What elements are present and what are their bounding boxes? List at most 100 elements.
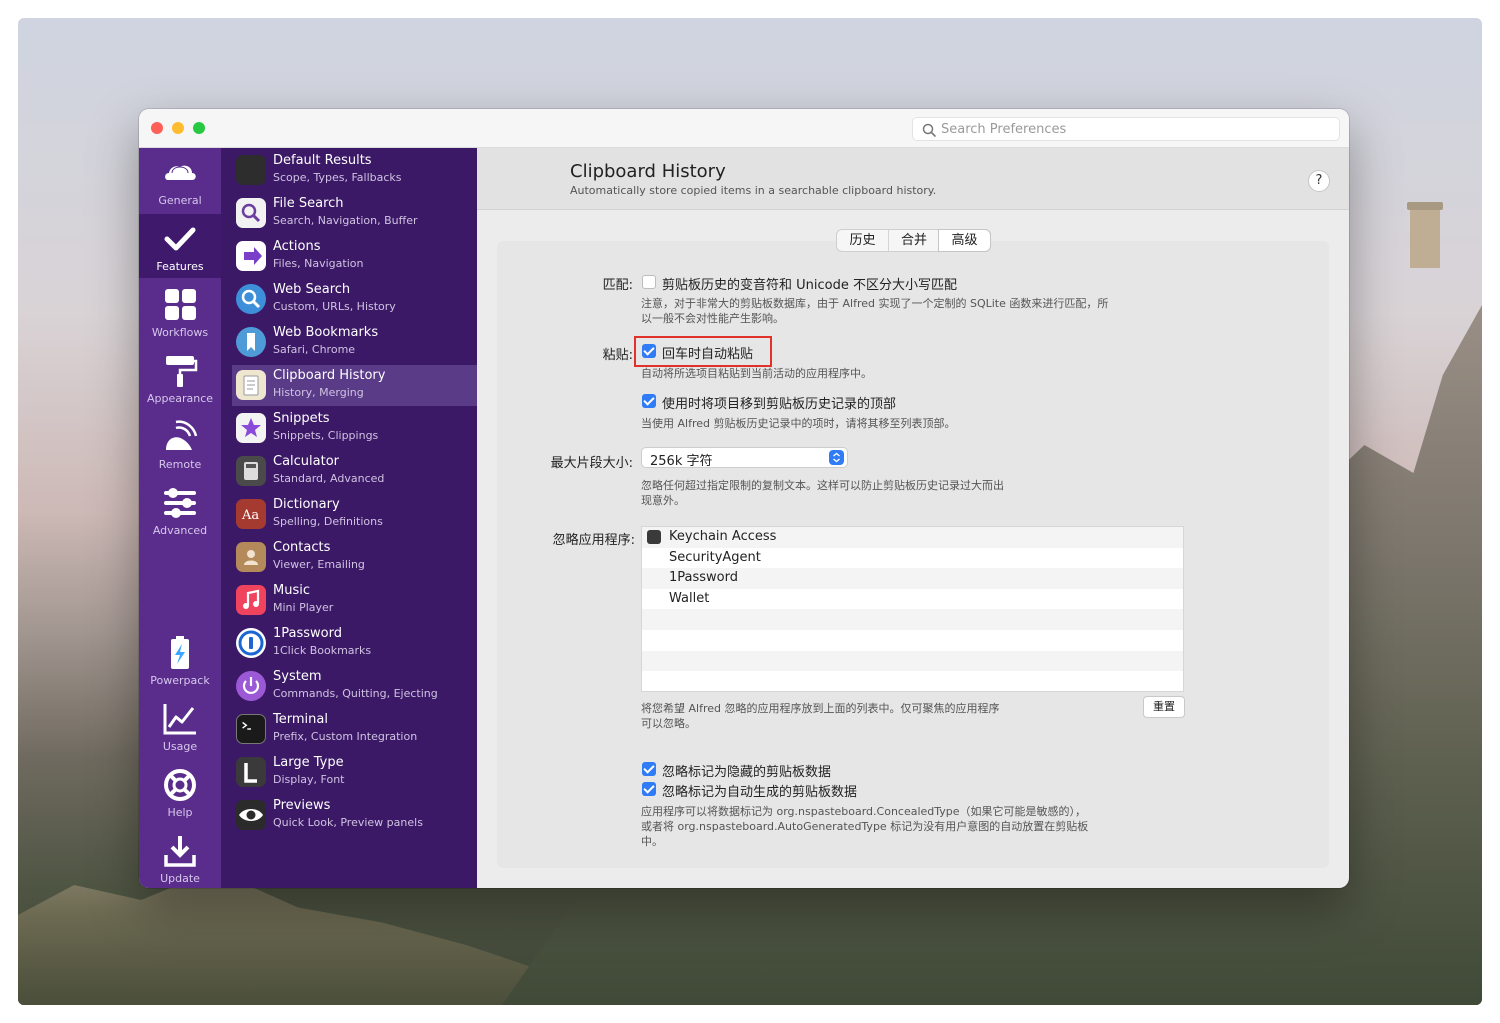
contacts-icon xyxy=(236,542,266,572)
category-rail: General Features Workflows Appearance Re… xyxy=(139,148,221,888)
feature-calculator[interactable]: Calculator Standard, Advanced xyxy=(232,451,477,492)
svg-text:Aa: Aa xyxy=(241,508,259,523)
rail-general[interactable]: General xyxy=(139,148,221,212)
bottom-note-2: 或者将 org.nspasteboard.AutoGeneratedType 标… xyxy=(641,820,1089,833)
feature-file-search[interactable]: File Search Search, Navigation, Buffer xyxy=(232,193,477,234)
move-to-top-text: 使用时将项目移到剪贴板历史记录的顶部 xyxy=(662,397,897,412)
ignore-concealed-text: 忽略标记为隐藏的剪贴板数据 xyxy=(662,765,832,780)
match-checkbox[interactable] xyxy=(642,275,656,289)
ignored-apps-list[interactable]: Keychain Access SecurityAgent 1Password … xyxy=(641,526,1184,692)
list-item[interactable]: Wallet xyxy=(642,589,1183,610)
keychain-icon xyxy=(647,530,661,544)
max-note-1: 忽略任何超过指定限制的复制文本。这样可以防止剪贴板历史记录过大而出 xyxy=(641,479,1004,492)
dictionary-icon: Aa xyxy=(236,499,266,529)
sliders-icon xyxy=(164,488,196,518)
auto-paste-checkbox[interactable] xyxy=(642,344,656,358)
feature-clipboard-history[interactable]: Clipboard History History, Merging xyxy=(232,365,477,406)
rail-appearance[interactable]: Appearance xyxy=(139,346,221,410)
bookmark-globe-icon xyxy=(236,327,266,357)
clipboard-icon xyxy=(236,370,266,400)
feature-snippets[interactable]: Snippets Snippets, Clippings xyxy=(232,408,477,449)
empty-row xyxy=(642,671,1183,692)
battery-bolt-icon xyxy=(171,636,189,669)
tab-history[interactable]: 历史 xyxy=(837,230,888,251)
rail-workflows[interactable]: Workflows xyxy=(139,280,221,344)
large-type-icon xyxy=(236,757,266,787)
eye-icon xyxy=(236,800,266,830)
music-note-icon xyxy=(236,585,266,615)
match-label: 匹配: xyxy=(602,278,633,293)
cloud-hat-icon xyxy=(165,165,196,180)
rail-advanced[interactable]: Advanced xyxy=(139,478,221,542)
tower xyxy=(1407,202,1443,268)
empty-row xyxy=(642,650,1183,672)
rail-help[interactable]: Help xyxy=(139,760,221,824)
feature-web-search[interactable]: Web Search Custom, URLs, History xyxy=(232,279,477,320)
actions-icon xyxy=(236,241,266,271)
feature-previews[interactable]: Previews Quick Look, Preview panels xyxy=(232,795,477,836)
ignore-concealed-checkbox[interactable] xyxy=(642,762,656,776)
globe-search-icon xyxy=(236,284,266,314)
chevron-updown-icon xyxy=(829,450,844,465)
tab-advanced[interactable]: 高级 xyxy=(939,230,990,251)
empty-row xyxy=(642,609,1183,630)
search-icon xyxy=(922,123,936,137)
rail-update[interactable]: Update xyxy=(139,826,221,888)
reset-button[interactable]: 重置 xyxy=(1143,696,1185,718)
checkmark-icon xyxy=(164,227,196,251)
ignore-autogenerated-checkbox[interactable] xyxy=(642,782,656,796)
feature-large-type[interactable]: Large Type Display, Font xyxy=(232,752,477,793)
rail-remote[interactable]: Remote xyxy=(139,412,221,476)
calculator-icon xyxy=(236,456,266,486)
feature-actions[interactable]: Actions Files, Navigation xyxy=(232,236,477,277)
ignore-note-1: 将您希望 Alfred 忽略的应用程序放到上面的列表中。仅可聚焦的应用程序 xyxy=(641,702,1000,715)
bottom-note-1: 应用程序可以将数据标记为 org.nspasteboard.ConcealedT… xyxy=(641,805,1087,818)
feature-default-results[interactable]: Default Results Scope, Types, Fallbacks xyxy=(232,150,477,191)
max-size-select[interactable]: 256k 字符 xyxy=(641,447,848,469)
match-option-text: 剪贴板历史的变音符和 Unicode 不区分大小写匹配 xyxy=(662,278,957,293)
match-note-1: 注意，对于非常大的剪贴板数据库，由于 Alfred 实现了一个定制的 SQLit… xyxy=(641,297,1109,310)
remote-icon xyxy=(166,420,198,450)
minimize-button[interactable] xyxy=(172,122,184,134)
rail-powerpack[interactable]: Powerpack xyxy=(139,628,221,692)
power-icon xyxy=(236,671,266,701)
move-note: 当使用 Alfred 剪贴板历史记录中的项时，请将其移至列表顶部。 xyxy=(641,417,956,430)
rail-features[interactable]: Features xyxy=(139,214,221,278)
file-search-icon xyxy=(236,198,266,228)
auto-paste-text: 回车时自动粘贴 xyxy=(662,347,754,362)
rail-usage[interactable]: Usage xyxy=(139,694,221,758)
tab-merge[interactable]: 合并 xyxy=(888,230,939,251)
search-placeholder: Search Preferences xyxy=(941,122,1067,137)
feature-contacts[interactable]: Contacts Viewer, Emailing xyxy=(232,537,477,578)
feature-1password[interactable]: 1Password 1Click Bookmarks xyxy=(232,623,477,664)
move-to-top-checkbox[interactable] xyxy=(642,394,656,408)
max-note-2: 现意外。 xyxy=(641,494,685,507)
max-size-label: 最大片段大小: xyxy=(550,456,633,471)
page-subtitle: Automatically store copied items in a se… xyxy=(570,184,937,197)
download-icon xyxy=(164,836,196,867)
snippets-icon xyxy=(236,413,266,443)
feature-dictionary[interactable]: Aa Dictionary Spelling, Definitions xyxy=(232,494,477,535)
feature-web-bookmarks[interactable]: Web Bookmarks Safari, Chrome xyxy=(232,322,477,363)
lifebuoy-icon xyxy=(164,769,196,801)
help-button[interactable]: ? xyxy=(1308,170,1330,192)
grid-icon xyxy=(165,289,196,320)
list-item[interactable]: Keychain Access xyxy=(642,527,1183,548)
zoom-button[interactable] xyxy=(193,122,205,134)
close-button[interactable] xyxy=(151,122,163,134)
feature-terminal[interactable]: Terminal Prefix, Custom Integration xyxy=(232,709,477,750)
ignore-autogenerated-text: 忽略标记为自动生成的剪贴板数据 xyxy=(662,785,858,800)
empty-row xyxy=(642,630,1183,651)
ignore-note-2: 可以忽略。 xyxy=(641,717,696,730)
list-item[interactable]: SecurityAgent xyxy=(642,548,1183,569)
terminal-icon xyxy=(236,714,266,744)
ignore-apps-label: 忽略应用程序: xyxy=(552,533,635,548)
feature-music[interactable]: Music Mini Player xyxy=(232,580,477,621)
match-note-2: 以一般不会对性能产生影响。 xyxy=(641,312,784,325)
search-field[interactable]: Search Preferences xyxy=(912,117,1340,141)
feature-system[interactable]: System Commands, Quitting, Ejecting xyxy=(232,666,477,707)
default-results-icon xyxy=(236,155,266,185)
list-item[interactable]: 1Password xyxy=(642,568,1183,589)
tab-control: 历史 合并 高级 xyxy=(836,229,991,252)
onepassword-icon xyxy=(236,628,266,658)
